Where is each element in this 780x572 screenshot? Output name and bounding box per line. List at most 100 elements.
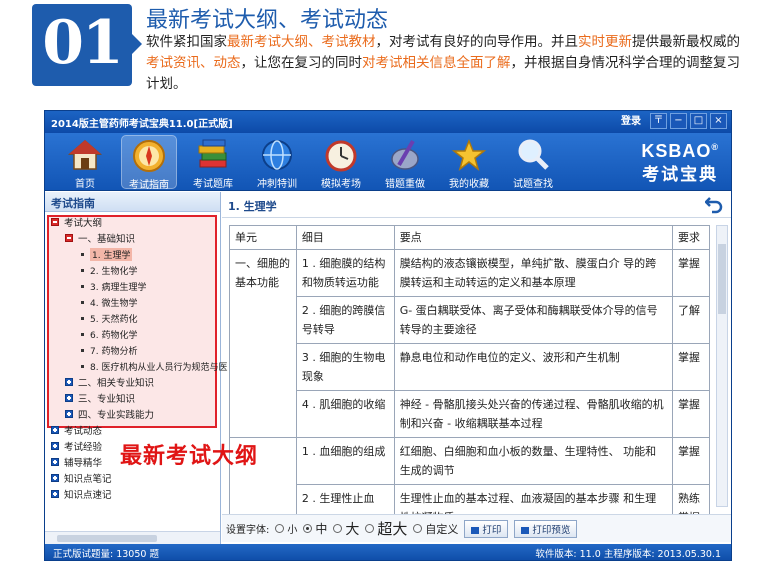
syllabus-callout: 最新考试大纲 [120,444,259,469]
tree-node[interactable]: 二、相关专业知识 [65,374,154,390]
expand-icon[interactable] [51,426,59,434]
tree-node[interactable]: 三、专业知识 [65,390,135,406]
bullet-icon [81,300,84,304]
radio-button[interactable] [413,524,423,533]
brand-registered: ® [711,142,719,152]
scrollbar-thumb[interactable] [57,535,157,542]
print-button[interactable]: 打印 [464,519,509,538]
column-header: 单元 [229,225,297,250]
requirement-cell: 掌握 [672,343,710,391]
expand-icon[interactable] [51,458,59,466]
toolbar-sprint-training[interactable]: 冲刺特训 [249,135,305,190]
font-size-option[interactable]: 大 [333,519,359,539]
collapse-icon[interactable] [65,234,73,242]
tree-node[interactable]: 考试动态 [51,422,102,438]
toolbar-redo-mistakes[interactable]: 错题重做 [377,135,433,190]
tree-node[interactable]: 考试经验 [51,438,102,454]
expand-icon[interactable] [65,378,73,386]
font-size-option[interactable]: 自定义 [413,521,458,537]
bullet-icon [81,268,84,272]
tree-node[interactable]: 考试大纲 [51,214,102,230]
tree-node-label: 考试经验 [64,442,103,453]
item-cell: 1 . 血细胞的组成 [295,437,395,485]
point-cell: 神经 - 骨骼肌接头处兴奋的传递过程、骨骼肌收缩的机制和兴奋 - 收缩耦联基本过… [393,390,674,438]
font-size-option[interactable]: 超大 [365,518,407,539]
description-text: 软件紧扣国家 [146,34,227,50]
tree-node[interactable]: 7. 药物分析 [81,342,137,358]
bullet-icon [81,348,84,352]
tree-node[interactable]: 知识点速记 [51,486,112,502]
tree-node[interactable]: 1. 生理学 [81,246,133,262]
menu-button[interactable]: 〒 [650,113,667,129]
tree-node[interactable]: 6. 药物化学 [81,326,137,342]
description-text: ，对考试有良好的向导作用。并且 [375,34,579,50]
toolbar-favorites[interactable]: 我的收藏 [441,135,497,190]
printer-icon [521,526,530,534]
close-button[interactable]: × [710,113,727,129]
font-size-label: 小 [287,525,298,536]
print-preview-button[interactable]: 打印预览 [514,519,578,538]
maximize-button[interactable]: □ [690,113,707,129]
question-count: 正式版试题量: 13050 题 [53,549,159,560]
expand-icon[interactable] [51,474,59,482]
font-size-label: 超大 [377,520,408,538]
bullet-icon [81,364,84,368]
tree-node[interactable]: 3. 病理生理学 [81,278,146,294]
toolbar-home[interactable]: 首页 [57,135,113,190]
font-options: 小 中 大超大 自定义 [275,518,458,539]
compass-icon [133,140,165,172]
vertical-scrollbar[interactable] [716,225,728,507]
horizontal-scrollbar[interactable] [45,531,220,545]
tree-node-label: 考试动态 [64,426,103,437]
tree-node[interactable]: 知识点笔记 [51,470,112,486]
requirement-cell: 掌握 [672,249,710,297]
toolbar-search-questions[interactable]: 试题查找 [505,135,561,190]
toolbar-question-bank[interactable]: 考试题库 [185,135,241,190]
tree-node-label: 二、相关专业知识 [78,378,155,389]
toolbar-exam-guide[interactable]: 考试指南 [121,135,177,191]
expand-icon[interactable] [51,442,59,450]
tree-node[interactable]: 4. 微生物学 [81,294,137,310]
expand-icon[interactable] [65,394,73,402]
tree-node-label: 3. 病理生理学 [90,282,147,293]
toolbar-label: 首页 [75,179,95,190]
tree-node[interactable]: 四、专业实践能力 [65,406,154,422]
radio-button[interactable] [365,524,375,533]
tree-node-label: 5. 天然药化 [90,314,138,325]
tree-node-label: 6. 药物化学 [90,330,138,341]
requirement-cell: 掌握 [672,437,710,485]
login-link[interactable]: 登录 [621,113,641,130]
clock-icon [325,140,357,172]
page-title: 最新考试大纲、考试动态 [146,8,389,33]
scrollbar-thumb[interactable] [718,244,726,314]
tree-node[interactable]: 5. 天然药化 [81,310,137,326]
requirement-cell: 了解 [672,296,710,344]
radio-button[interactable] [275,524,285,533]
expand-icon[interactable] [65,410,73,418]
printer-icon [471,526,480,534]
toolbar-label: 模拟考场 [321,179,361,190]
font-size-option[interactable]: 中 [303,520,327,537]
tree-node[interactable]: 辅导精华 [51,454,102,470]
highlight-text: 对考试相关信息全面了解 [362,55,511,71]
table-row: 4 . 肌细胞的收缩 神经 - 骨骼肌接头处兴奋的传递过程、骨骼肌收缩的机制和兴… [230,390,710,438]
column-header: 细目 [295,225,395,250]
radio-button[interactable] [333,524,343,533]
toolbar-label: 试题查找 [513,179,553,190]
minimize-button[interactable]: − [670,113,687,129]
expand-icon[interactable] [51,490,59,498]
back-arrow-icon[interactable] [705,194,723,214]
version-info: 软件版本: 11.0 主程序版本: 2013.05.30.1 [535,549,721,560]
tree-node-label: 2. 生物化学 [90,266,138,277]
tree-node[interactable]: 一、基础知识 [65,230,135,246]
books-icon [198,139,227,168]
font-size-label: 中 [315,522,328,536]
font-size-option[interactable]: 小 [275,521,297,536]
status-bar: 正式版试题量: 13050 题 软件版本: 11.0 主程序版本: 2013.0… [45,544,731,560]
feature-description: 软件紧扣国家最新考试大纲、考试教材，对考试有良好的向导作用。并且实时更新提供最新… [146,32,746,95]
radio-button[interactable] [303,524,313,533]
collapse-icon[interactable] [51,218,59,226]
toolbar-mock-exam[interactable]: 模拟考场 [313,135,369,190]
tree-node[interactable]: 2. 生物化学 [81,262,137,278]
tree-node[interactable]: 8. 医疗机构从业人员行为规范与医 [81,358,227,374]
